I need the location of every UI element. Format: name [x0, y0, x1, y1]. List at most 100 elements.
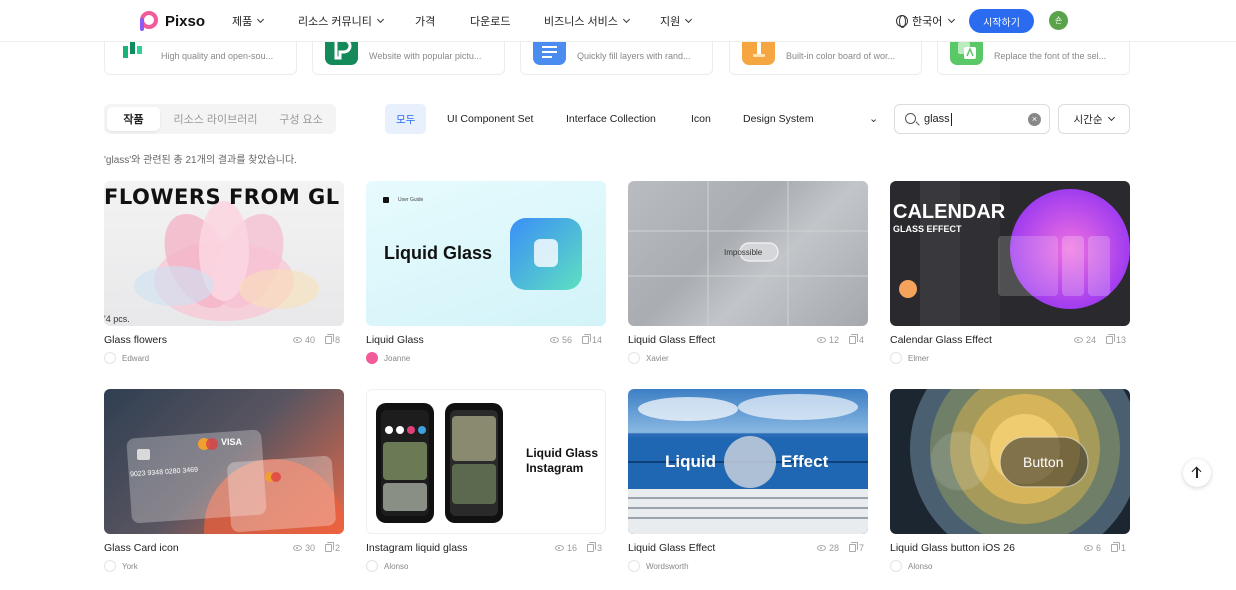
copy-count: 3 [596, 543, 602, 553]
card-author[interactable]: Wordsworth [628, 560, 689, 572]
avatar [890, 560, 902, 572]
tab-resource-library[interactable]: 리소스 라이브러리 [164, 107, 267, 131]
copy-count: 7 [858, 543, 864, 553]
category-ui-component-set[interactable]: UI Component Set [447, 104, 533, 134]
copy-icon [1110, 544, 1118, 552]
pixso-logo-icon [137, 10, 159, 32]
result-card[interactable]: Impossible Liquid Glass Effect 12 4 Xavi… [628, 181, 868, 364]
nav-support[interactable]: 지원 [660, 13, 693, 29]
pixso-logo[interactable]: Pixso [137, 10, 205, 32]
sort-dropdown[interactable]: 시간순 [1058, 104, 1130, 134]
result-card[interactable]: FLOWERS FROM GL '4 pcs. Glass flowers 40… [104, 181, 344, 364]
card-title[interactable]: Instagram liquid glass [366, 542, 468, 554]
card-thumbnail[interactable]: Impossible [628, 181, 868, 326]
card-stats: 12 4 [816, 335, 864, 345]
language-selector[interactable]: 한국어 [896, 13, 956, 29]
card-title[interactable]: Liquid Glass Effect [628, 334, 715, 346]
avatar [366, 352, 378, 364]
view-count: 6 [1095, 543, 1101, 553]
card-stats: 40 8 [292, 335, 340, 345]
back-to-top-button[interactable] [1183, 459, 1211, 487]
card-thumbnail[interactable]: User Guide Liquid Glass [366, 181, 606, 326]
copy-icon [586, 544, 594, 552]
user-avatar[interactable]: 숀 [1049, 11, 1068, 30]
card-author[interactable]: Elmer [890, 352, 929, 364]
card-author[interactable]: Joanne [366, 352, 410, 364]
chevron-down-icon [257, 15, 265, 24]
eye-icon [1073, 337, 1083, 343]
card-thumbnail[interactable]: Liquid Effect [628, 389, 868, 534]
view-count: 16 [566, 543, 577, 553]
thumb-caption: User Guide [398, 197, 424, 203]
card-stats: 16 3 [554, 543, 602, 553]
view-count: 40 [304, 335, 315, 345]
search-value: glass [924, 113, 952, 126]
result-card[interactable]: CALENDAR GLASS EFFECT Calendar Glass Eff… [890, 181, 1130, 364]
category-all[interactable]: 모두 [385, 104, 427, 134]
card-stats: 6 1 [1083, 543, 1126, 553]
card-author[interactable]: Alonso [366, 560, 408, 572]
result-card[interactable]: Button Liquid Glass button iOS 26 6 1 Al… [890, 389, 1130, 572]
card-author[interactable]: York [104, 560, 138, 572]
category-design-system[interactable]: Design System [743, 104, 814, 134]
chevron-down-icon [1108, 113, 1116, 122]
thumb-heading: VISA [221, 437, 243, 447]
result-card[interactable]: Liquid Effect Liquid Glass Effect 28 7 W… [628, 389, 868, 572]
copy-icon [324, 544, 332, 552]
expand-categories-icon[interactable]: ⌄ [869, 112, 878, 125]
copy-count: 1 [1120, 543, 1126, 553]
eye-icon [292, 337, 302, 343]
category-interface-collection[interactable]: Interface Collection [566, 104, 656, 134]
result-card[interactable]: Liquid Glass Instagram Instagram liquid … [366, 389, 606, 572]
tab-components[interactable]: 구성 요소 [270, 107, 332, 131]
result-card[interactable]: User Guide Liquid Glass Liquid Glass 56 … [366, 181, 606, 364]
card-title[interactable]: Liquid Glass button iOS 26 [890, 542, 1015, 554]
view-count: 56 [561, 335, 572, 345]
view-count: 12 [828, 335, 839, 345]
result-card[interactable]: VISA 9023 9348 0280 3469 Glass Card icon… [104, 389, 344, 572]
card-thumbnail[interactable]: Liquid Glass Instagram [366, 389, 606, 534]
card-author[interactable]: Alonso [890, 560, 932, 572]
nav-download[interactable]: 다운로드 [470, 13, 544, 29]
card-author[interactable]: Xavier [628, 352, 669, 364]
nav-pricing[interactable]: 가격 [415, 13, 470, 29]
card-thumbnail[interactable]: FLOWERS FROM GL '4 pcs. [104, 181, 344, 326]
view-count: 24 [1085, 335, 1096, 345]
card-stats: 28 7 [816, 543, 864, 553]
clear-search-icon[interactable]: × [1028, 113, 1041, 126]
building-artwork [628, 394, 868, 534]
glass-button-artwork [910, 389, 1130, 534]
card-author[interactable]: Edward [104, 352, 149, 364]
card-thumbnail[interactable]: CALENDAR GLASS EFFECT [890, 181, 1130, 326]
thumb-heading: Liquid Glass Instagram [526, 446, 599, 475]
card-title[interactable]: Glass flowers [104, 334, 167, 346]
card-title[interactable]: Liquid Glass [366, 334, 424, 346]
card-title[interactable]: Liquid Glass Effect [628, 542, 715, 554]
card-title[interactable]: Calendar Glass Effect [890, 334, 992, 346]
eye-icon [292, 545, 302, 551]
card-title[interactable]: Glass Card icon [104, 542, 179, 554]
thumb-caption: '4 pcs. [104, 314, 130, 324]
main-nav: 제품 리소스 커뮤니티 가격 다운로드 비즈니스 서비스 지원 [232, 13, 693, 29]
eye-icon [816, 545, 826, 551]
nav-product[interactable]: 제품 [232, 13, 298, 29]
copy-icon [581, 336, 589, 344]
card-thumbnail[interactable]: Button [890, 389, 1130, 534]
tab-works[interactable]: 작품 [107, 107, 160, 131]
thumb-caption: GLASS EFFECT [893, 224, 962, 234]
card-stats: 24 13 [1073, 335, 1126, 345]
search-icon [905, 113, 916, 124]
search-input[interactable]: glass × [894, 104, 1050, 134]
thumb-heading: Liquid Glass [384, 243, 493, 263]
nav-business-service[interactable]: 비즈니스 서비스 [544, 13, 660, 29]
nav-resource-community[interactable]: 리소스 커뮤니티 [298, 13, 415, 29]
chevron-down-icon [622, 15, 630, 24]
plugin-description: Quickly fill layers with rand... [577, 51, 691, 61]
thumb-caption: Effect [781, 452, 829, 471]
category-icon[interactable]: Icon [691, 104, 711, 134]
card-thumbnail[interactable]: VISA 9023 9348 0280 3469 [104, 389, 344, 534]
start-button[interactable]: 시작하기 [969, 9, 1034, 33]
thumb-heading: CALENDAR [893, 201, 1006, 223]
glass-card-artwork [126, 429, 344, 534]
copy-icon [848, 336, 856, 344]
